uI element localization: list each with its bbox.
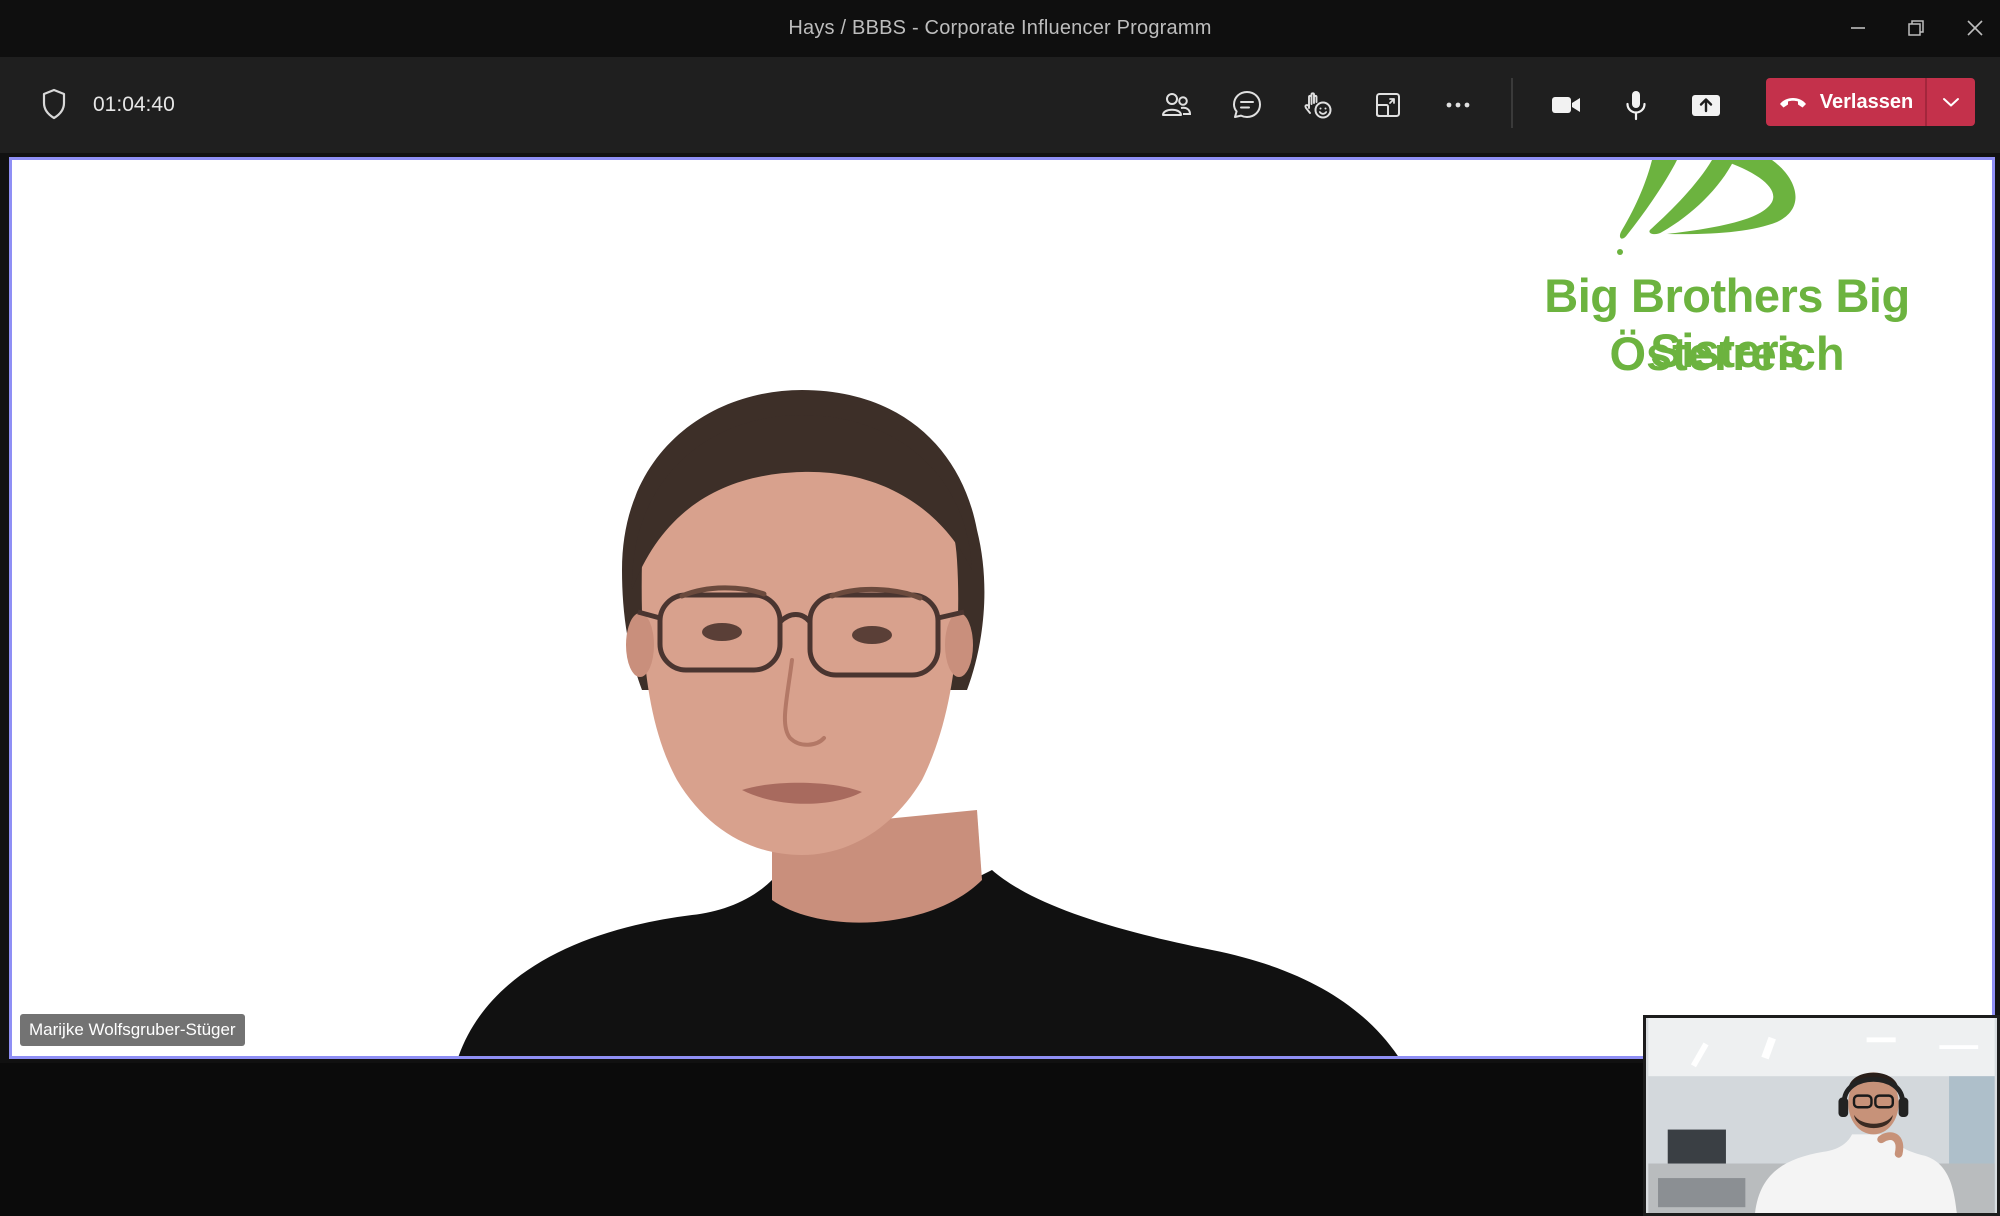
logo-text-line2: Österreich (1609, 327, 1845, 380)
toolbar-divider (1511, 78, 1513, 128)
chat-button[interactable] (1225, 83, 1269, 127)
speaker-video-tile[interactable]: Big Brothers Big Sisters Österreich Mari… (9, 157, 1995, 1059)
meeting-toolbar: 01:04:40 Verlassen (0, 57, 2000, 153)
close-icon (1967, 20, 1983, 36)
leave-meeting-button[interactable]: Verlassen (1766, 78, 1975, 126)
people-icon (1162, 93, 1192, 116)
bbbs-logo: Big Brothers Big Sisters Österreich (1472, 160, 1982, 420)
shield-icon (42, 88, 66, 120)
speaker-name-badge: Marijke Wolfsgruber-Stüger (20, 1014, 245, 1046)
restore-button[interactable] (1896, 10, 1936, 46)
meeting-stage: Big Brothers Big Sisters Österreich Mari… (0, 153, 2000, 1216)
camera-toggle-button[interactable] (1544, 83, 1588, 127)
close-button[interactable] (1955, 10, 1995, 46)
minimize-icon (1851, 27, 1865, 29)
meeting-timer: 01:04:40 (93, 93, 175, 116)
restore-icon (1908, 20, 1924, 36)
hang-up-icon (1779, 98, 1806, 108)
leave-options-dropdown[interactable] (1927, 78, 1975, 126)
logo-figure-icon (1617, 160, 1796, 255)
share-screen-button[interactable] (1684, 83, 1728, 127)
reactions-button[interactable] (1295, 83, 1339, 127)
chat-icon (1233, 91, 1261, 118)
window-title: Hays / BBBS - Corporate Influencer Progr… (788, 17, 1212, 39)
self-view-video (1648, 1018, 1995, 1213)
window-titlebar: Hays / BBBS - Corporate Influencer Progr… (0, 0, 2000, 57)
reactions-icon (1304, 92, 1332, 119)
rooms-icon (1376, 93, 1400, 117)
mic-toggle-button[interactable] (1614, 83, 1658, 127)
minimize-button[interactable] (1838, 10, 1878, 46)
speaker-video (458, 390, 1398, 1056)
leave-label: Verlassen (1819, 90, 1914, 113)
more-icon (1446, 102, 1470, 108)
share-icon (1692, 95, 1720, 116)
participants-button[interactable] (1154, 83, 1198, 127)
breakout-rooms-button[interactable] (1366, 83, 1410, 127)
self-view-tile[interactable] (1643, 1015, 2000, 1216)
leave-main-action[interactable]: Verlassen (1766, 78, 1925, 126)
mic-icon (1626, 91, 1646, 121)
more-actions-button[interactable] (1436, 83, 1480, 127)
camera-icon (1552, 97, 1580, 113)
chevron-down-icon (1943, 98, 1959, 107)
